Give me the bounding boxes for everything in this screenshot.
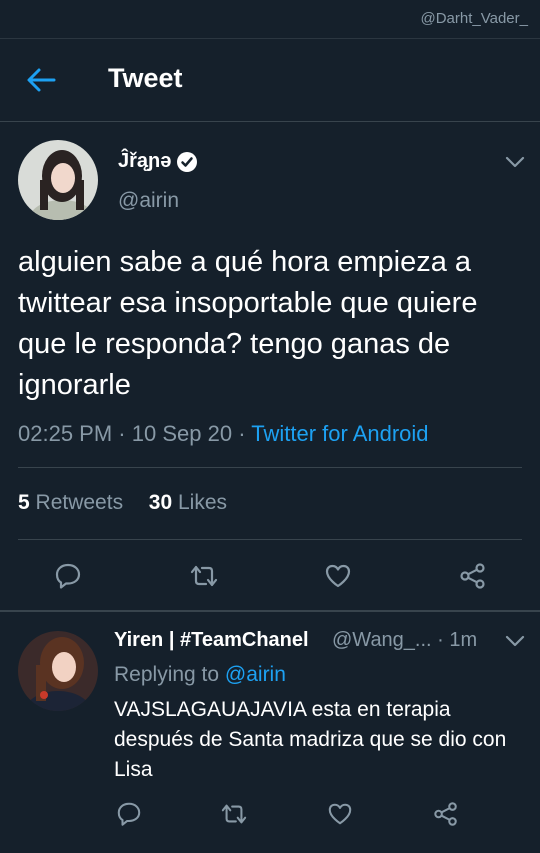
- reply-icon: [117, 802, 141, 826]
- like-icon: [325, 564, 351, 588]
- author-handle[interactable]: @airin: [118, 189, 179, 213]
- share-button[interactable]: [458, 562, 488, 590]
- tweet-meta: 02:25 PM · 10 Sep 20 · Twitter for Andro…: [18, 421, 429, 447]
- page-title: Tweet: [108, 63, 183, 93]
- like-icon: [328, 803, 352, 825]
- retweet-icon: [221, 804, 247, 824]
- meta-separator: ·: [118, 421, 132, 446]
- back-arrow-icon: [27, 68, 56, 92]
- like-button[interactable]: [324, 562, 352, 590]
- reply-reply-button[interactable]: [116, 801, 142, 827]
- watermark: @Darht_Vader_: [420, 10, 528, 27]
- tweet-date: 10 Sep 20: [131, 421, 233, 446]
- likes-stat[interactable]: 30 Likes: [149, 491, 227, 514]
- retweets-stat[interactable]: 5 Retweets: [18, 491, 123, 514]
- tweet-menu-button[interactable]: [504, 155, 526, 169]
- retweets-count: 5: [18, 491, 30, 514]
- reply-menu-button[interactable]: [504, 634, 526, 648]
- author-avatar[interactable]: [18, 140, 98, 220]
- tweet-time: 02:25 PM: [18, 421, 113, 446]
- author-name[interactable]: Ĵřąɲə: [118, 150, 171, 173]
- reply-time: 1m: [449, 629, 478, 651]
- likes-count: 30: [148, 491, 173, 514]
- reply-like-button[interactable]: [327, 801, 353, 827]
- header-bar: Tweet: [0, 38, 540, 122]
- retweet-button[interactable]: [188, 562, 220, 590]
- likes-label: Likes: [177, 491, 227, 514]
- section-divider: [0, 610, 540, 612]
- reply-text: VAJSLAGAUAJAVIA esta en terapia después …: [114, 698, 507, 781]
- divider: [18, 539, 522, 540]
- replying-to: Replying to @airin: [114, 663, 286, 687]
- back-button[interactable]: [24, 65, 58, 95]
- reply-button[interactable]: [54, 562, 82, 590]
- tweet-source-link[interactable]: Twitter for Android: [251, 421, 428, 446]
- verified-badge-icon: [176, 151, 198, 173]
- chevron-down-icon: [505, 156, 525, 168]
- meta-separator: ·: [437, 629, 450, 651]
- chevron-down-icon: [505, 635, 525, 647]
- reply-author-handle[interactable]: @Wang_...: [332, 629, 432, 651]
- reply-author-avatar[interactable]: [18, 631, 98, 711]
- replying-to-mention[interactable]: @airin: [225, 663, 286, 686]
- reply-author-name[interactable]: Yiren | #TeamChanel: [114, 629, 309, 652]
- reply-retweet-button[interactable]: [219, 801, 249, 827]
- share-icon: [460, 563, 485, 589]
- meta-separator: ·: [238, 421, 252, 446]
- tweet-text: alguien sabe a qué hora empieza a twitte…: [18, 246, 478, 401]
- share-icon: [434, 802, 457, 826]
- replying-to-label: Replying to: [114, 663, 220, 686]
- divider: [18, 467, 522, 468]
- reply-share-button[interactable]: [432, 801, 460, 827]
- tweet-stats: 5 Retweets 30 Likes: [18, 491, 227, 515]
- reply-author-meta: @Wang_... · 1m: [332, 629, 477, 652]
- reply-icon: [55, 563, 81, 589]
- retweet-icon: [190, 565, 218, 587]
- retweets-label: Retweets: [35, 491, 124, 514]
